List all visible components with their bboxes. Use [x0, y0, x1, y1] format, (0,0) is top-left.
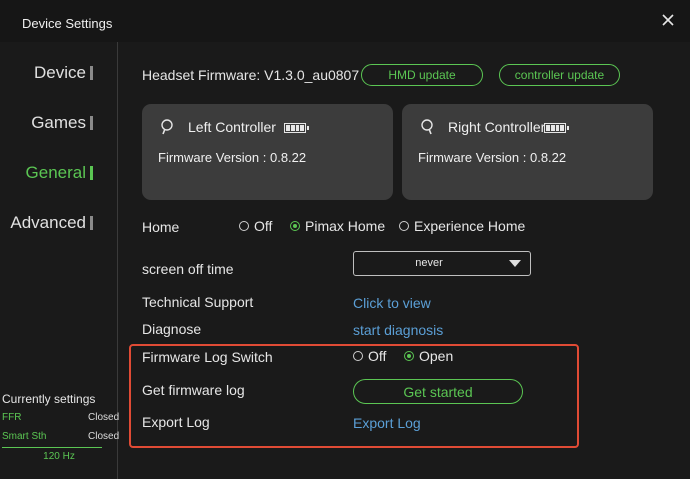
radio-dot — [290, 221, 300, 231]
sidebar-item-label: Games — [31, 113, 86, 132]
screen-off-time-select[interactable]: never — [353, 251, 531, 276]
home-label: Home — [142, 219, 180, 235]
sidebar-item-label: Device — [34, 63, 86, 82]
radio-label: Off — [254, 218, 273, 234]
sidebar-item-advanced[interactable]: Advanced — [10, 213, 93, 233]
radio-dot — [239, 221, 249, 231]
window-title: Device Settings — [22, 16, 113, 31]
firmware-log-option-off[interactable]: Off — [353, 348, 386, 364]
right-controller-card: Right Controller Firmware Version : 0.8.… — [402, 104, 653, 200]
get-firmware-log-label: Get firmware log — [142, 382, 245, 398]
refresh-rate: 120 Hz — [43, 451, 75, 462]
diagnose-label: Diagnose — [142, 321, 202, 337]
setting-value: Closed — [88, 431, 120, 442]
indicator-bar — [90, 166, 93, 180]
screen-off-time-label: screen off time — [142, 261, 234, 277]
controller-firmware-version: Firmware Version : 0.8.22 — [158, 150, 307, 165]
hmd-update-button[interactable]: HMD update — [361, 64, 483, 86]
current-settings-title: Currently settings — [2, 392, 96, 406]
controller-firmware-version: Firmware Version : 0.8.22 — [418, 150, 567, 165]
controller-title: Left Controller — [188, 119, 276, 135]
right-controller-icon — [419, 119, 435, 135]
click-to-view-link[interactable]: Click to view — [353, 295, 431, 311]
left-controller-card: Left Controller Firmware Version : 0.8.2… — [142, 104, 393, 200]
general-panel: Headset Firmware: V1.3.0_au0807 HMD upda… — [118, 42, 690, 479]
radio-label: Pimax Home — [305, 218, 386, 234]
export-log-label: Export Log — [142, 414, 210, 430]
radio-label: Open — [419, 348, 454, 364]
radio-label: Off — [368, 348, 387, 364]
divider — [2, 447, 102, 448]
battery-icon — [544, 123, 569, 133]
sidebar-item-label: Advanced — [10, 213, 86, 232]
headset-firmware-label: Headset Firmware: V1.3.0_au0807 — [142, 67, 360, 83]
home-option-experience-home[interactable]: Experience Home — [399, 218, 525, 234]
setting-value: Closed — [88, 412, 120, 423]
get-started-button[interactable]: Get started — [353, 379, 523, 404]
controller-update-button[interactable]: controller update — [499, 64, 620, 86]
current-setting-row: FFR Closed — [2, 412, 119, 423]
title-bar: Device Settings — [0, 0, 690, 42]
radio-label: Experience Home — [414, 218, 526, 234]
firmware-log-option-open[interactable]: Open — [404, 348, 453, 364]
indicator-bar — [90, 66, 93, 80]
radio-dot — [399, 221, 409, 231]
select-value: never — [415, 257, 443, 269]
export-log-link[interactable]: Export Log — [353, 415, 421, 431]
battery-icon — [284, 123, 309, 133]
chevron-down-icon — [509, 260, 521, 267]
setting-key: Smart Sth — [2, 431, 47, 442]
indicator-bar — [90, 116, 93, 130]
home-option-off[interactable]: Off — [239, 218, 272, 234]
sidebar-item-label: General — [25, 163, 86, 182]
sidebar-item-games[interactable]: Games — [31, 113, 93, 133]
current-setting-row: Smart Sth Closed — [2, 431, 119, 442]
firmware-log-switch-label: Firmware Log Switch — [142, 349, 273, 365]
radio-dot — [353, 351, 363, 361]
setting-key: FFR — [2, 412, 22, 423]
home-option-pimax-home[interactable]: Pimax Home — [290, 218, 385, 234]
left-controller-icon — [159, 119, 175, 135]
technical-support-label: Technical Support — [142, 294, 254, 310]
controller-title: Right Controller — [448, 119, 546, 135]
sidebar-item-device[interactable]: Device — [34, 63, 93, 83]
radio-dot — [404, 351, 414, 361]
indicator-bar — [90, 216, 93, 230]
close-icon[interactable] — [660, 12, 676, 28]
start-diagnosis-link[interactable]: start diagnosis — [353, 322, 443, 338]
sidebar-item-general[interactable]: General — [26, 163, 93, 183]
